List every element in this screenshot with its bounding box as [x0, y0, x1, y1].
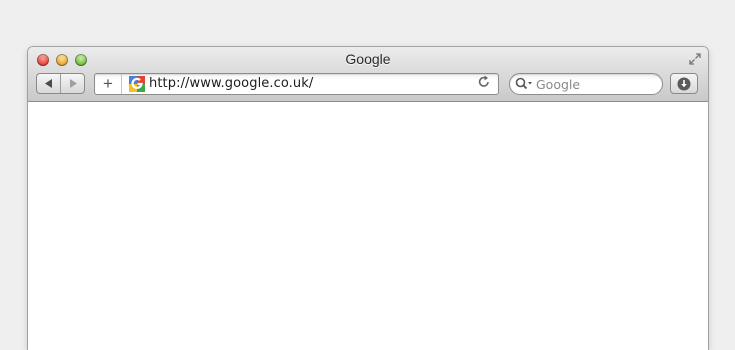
search-input[interactable]	[536, 76, 654, 92]
add-bookmark-button[interactable]: +	[95, 74, 122, 94]
page-content[interactable]	[28, 102, 708, 350]
unified-toolbar: Google + http://www.google.co.uk/ Google	[28, 47, 708, 102]
back-arrow-icon	[44, 79, 52, 88]
forward-arrow-icon	[69, 79, 77, 88]
browser-window: Google + http://www.google.co.uk/ Google	[28, 47, 708, 350]
forward-button[interactable]	[61, 74, 84, 93]
address-bar[interactable]: + http://www.google.co.uk/	[94, 73, 499, 95]
downloads-button[interactable]	[670, 73, 698, 94]
search-field[interactable]	[509, 73, 663, 95]
download-icon	[677, 77, 691, 90]
fullscreen-arrows-icon[interactable]	[688, 53, 702, 67]
reload-icon[interactable]	[476, 75, 492, 93]
back-forward-buttons	[36, 73, 85, 94]
back-button[interactable]	[37, 74, 61, 93]
window-title: Google	[345, 51, 391, 67]
search-icon[interactable]	[515, 77, 533, 91]
url-text[interactable]: http://www.google.co.uk/	[149, 76, 313, 91]
google-favicon	[129, 76, 145, 92]
